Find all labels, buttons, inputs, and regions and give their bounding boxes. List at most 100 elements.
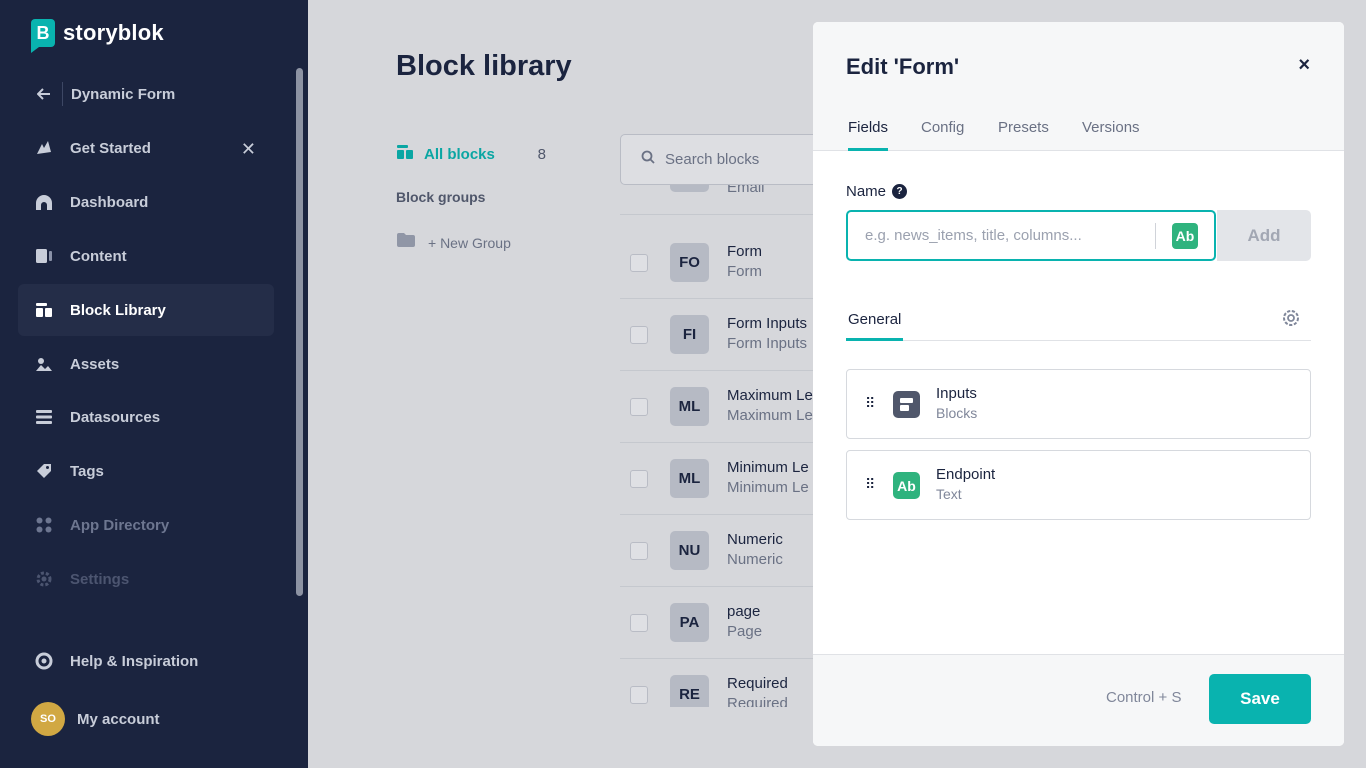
app-directory-icon xyxy=(34,515,54,535)
sidebar-item-datasources[interactable]: Datasources xyxy=(18,391,274,443)
tab-general-indicator xyxy=(846,338,903,341)
settings-icon xyxy=(34,569,54,589)
field-name: Inputs xyxy=(936,385,977,402)
row-checkbox[interactable] xyxy=(630,254,648,272)
brand-name: storyblok xyxy=(63,20,164,45)
sidebar-item-assets[interactable]: Assets xyxy=(18,338,274,390)
sidebar-item-label: Content xyxy=(70,247,127,265)
table-row[interactable]: FI Form Inputs Form Inputs xyxy=(620,299,820,371)
block-name: Required xyxy=(727,675,788,692)
search-icon xyxy=(641,150,655,169)
block-library-icon xyxy=(396,144,414,165)
name-label-text: Name xyxy=(846,183,887,200)
table-row[interactable]: ML Minimum Le Minimum Le xyxy=(620,443,820,515)
tab-presets[interactable]: Presets xyxy=(998,119,1049,151)
block-name: Minimum Le xyxy=(727,459,809,476)
input-separator xyxy=(1155,222,1156,249)
tab-general[interactable]: General xyxy=(848,311,901,328)
sidebar-item-app-directory[interactable]: App Directory xyxy=(18,499,274,551)
modal-title: Edit 'Form' xyxy=(846,54,960,79)
block-subtitle: Numeric xyxy=(727,551,783,568)
field-item-endpoint[interactable]: ⠿ Ab Endpoint Text xyxy=(846,450,1311,520)
row-checkbox[interactable] xyxy=(630,470,648,488)
sidebar-item-label: Block Library xyxy=(70,301,166,319)
sidebar-item-settings[interactable]: Settings xyxy=(18,553,274,605)
storyblok-logo[interactable]: B storyblok xyxy=(31,19,164,53)
edit-block-modal: Edit 'Form' × Fields Config Presets Vers… xyxy=(813,22,1344,746)
tag-icon xyxy=(34,461,54,481)
sidebar-item-block-library[interactable]: Block Library xyxy=(18,284,274,336)
row-checkbox[interactable] xyxy=(630,398,648,416)
sidebar-item-label: Get Started xyxy=(70,139,151,157)
sidebar-item-help[interactable]: Help & Inspiration xyxy=(18,635,274,687)
help-icon xyxy=(34,651,54,671)
block-library-icon xyxy=(34,300,54,320)
search-placeholder: Search blocks xyxy=(665,151,760,168)
row-checkbox[interactable] xyxy=(630,326,648,344)
block-name: Form xyxy=(727,243,762,260)
space-name: Dynamic Form xyxy=(71,85,176,103)
drag-handle-icon[interactable]: ⠿ xyxy=(865,395,875,412)
folder-icon xyxy=(396,232,416,253)
block-name: Maximum Le xyxy=(727,387,813,404)
rocket-hand-icon xyxy=(34,138,54,158)
row-checkbox[interactable] xyxy=(630,542,648,560)
datasources-icon xyxy=(34,407,54,427)
account-menu[interactable]: SO My account xyxy=(18,693,274,745)
table-row[interactable]: NU Numeric Numeric xyxy=(620,515,820,587)
field-item-inputs[interactable]: ⠿ Inputs Blocks xyxy=(846,369,1311,439)
arrow-left-icon xyxy=(34,84,54,104)
row-checkbox[interactable] xyxy=(630,686,648,704)
sidebar-scrollbar[interactable] xyxy=(296,68,303,596)
table-row[interactable]: ML Maximum Le Maximum Le xyxy=(620,371,820,443)
section-divider xyxy=(846,340,1311,341)
sidebar-item-get-started[interactable]: Get Started ✕ xyxy=(18,122,274,174)
block-badge: ML xyxy=(670,387,709,426)
field-type: Text xyxy=(936,486,962,502)
add-field-button[interactable]: Add xyxy=(1217,210,1311,261)
modal-header: Edit 'Form' × Fields Config Presets Vers… xyxy=(813,22,1344,151)
text-icon: Ab xyxy=(893,472,920,499)
block-subtitle: Maximum Le xyxy=(727,407,813,424)
table-row[interactable]: RE Required Required xyxy=(620,659,820,707)
gear-icon[interactable] xyxy=(1280,307,1302,334)
block-groups-heading: Block groups xyxy=(396,189,486,205)
save-button[interactable]: Save xyxy=(1209,674,1311,724)
block-subtitle: Page xyxy=(727,623,763,640)
tab-config[interactable]: Config xyxy=(921,119,964,151)
close-icon[interactable]: × xyxy=(1298,54,1310,77)
block-subtitle: Form xyxy=(727,263,762,280)
field-name-input-wrapper: Ab xyxy=(846,210,1216,261)
help-icon[interactable]: ? xyxy=(892,184,908,199)
row-checkbox[interactable] xyxy=(630,614,648,632)
all-blocks-label: All blocks xyxy=(424,145,495,163)
sidebar-item-content[interactable]: Content xyxy=(18,230,274,282)
field-name-input[interactable] xyxy=(865,227,1155,244)
tab-versions[interactable]: Versions xyxy=(1082,119,1140,151)
block-name: Numeric xyxy=(727,531,783,548)
sidebar-item-label: Settings xyxy=(70,570,130,588)
new-group-button[interactable]: + New Group xyxy=(396,232,511,253)
sidebar-item-tags[interactable]: Tags xyxy=(18,445,274,497)
modal-footer: Control + S Save xyxy=(813,654,1344,746)
back-to-space[interactable]: Dynamic Form xyxy=(18,68,274,120)
table-row[interactable]: FO Form Form xyxy=(620,227,820,299)
all-blocks-filter[interactable]: All blocks 8 xyxy=(396,143,546,165)
tab-fields[interactable]: Fields xyxy=(848,119,889,151)
sidebar-item-dashboard[interactable]: Dashboard xyxy=(18,176,274,228)
table-row[interactable]: Email xyxy=(620,185,820,215)
sidebar-item-label: Dashboard xyxy=(70,193,149,211)
name-label: Name ? xyxy=(846,183,908,200)
block-subtitle: Required xyxy=(727,695,788,707)
drag-handle-icon[interactable]: ⠿ xyxy=(865,476,875,493)
block-badge: PA xyxy=(670,603,709,642)
avatar: SO xyxy=(31,702,65,736)
back-separator xyxy=(62,82,63,106)
save-shortcut-hint: Control + S xyxy=(1106,689,1182,706)
table-row[interactable]: PA page Page xyxy=(620,587,820,659)
sidebar-item-label: Tags xyxy=(70,462,104,480)
close-icon[interactable]: ✕ xyxy=(241,139,256,160)
sidebar-item-label: Help & Inspiration xyxy=(70,652,199,670)
block-list: Email FO Form Form FI Form Inputs Form I… xyxy=(620,185,820,707)
field-type-text-icon[interactable]: Ab xyxy=(1172,222,1198,249)
